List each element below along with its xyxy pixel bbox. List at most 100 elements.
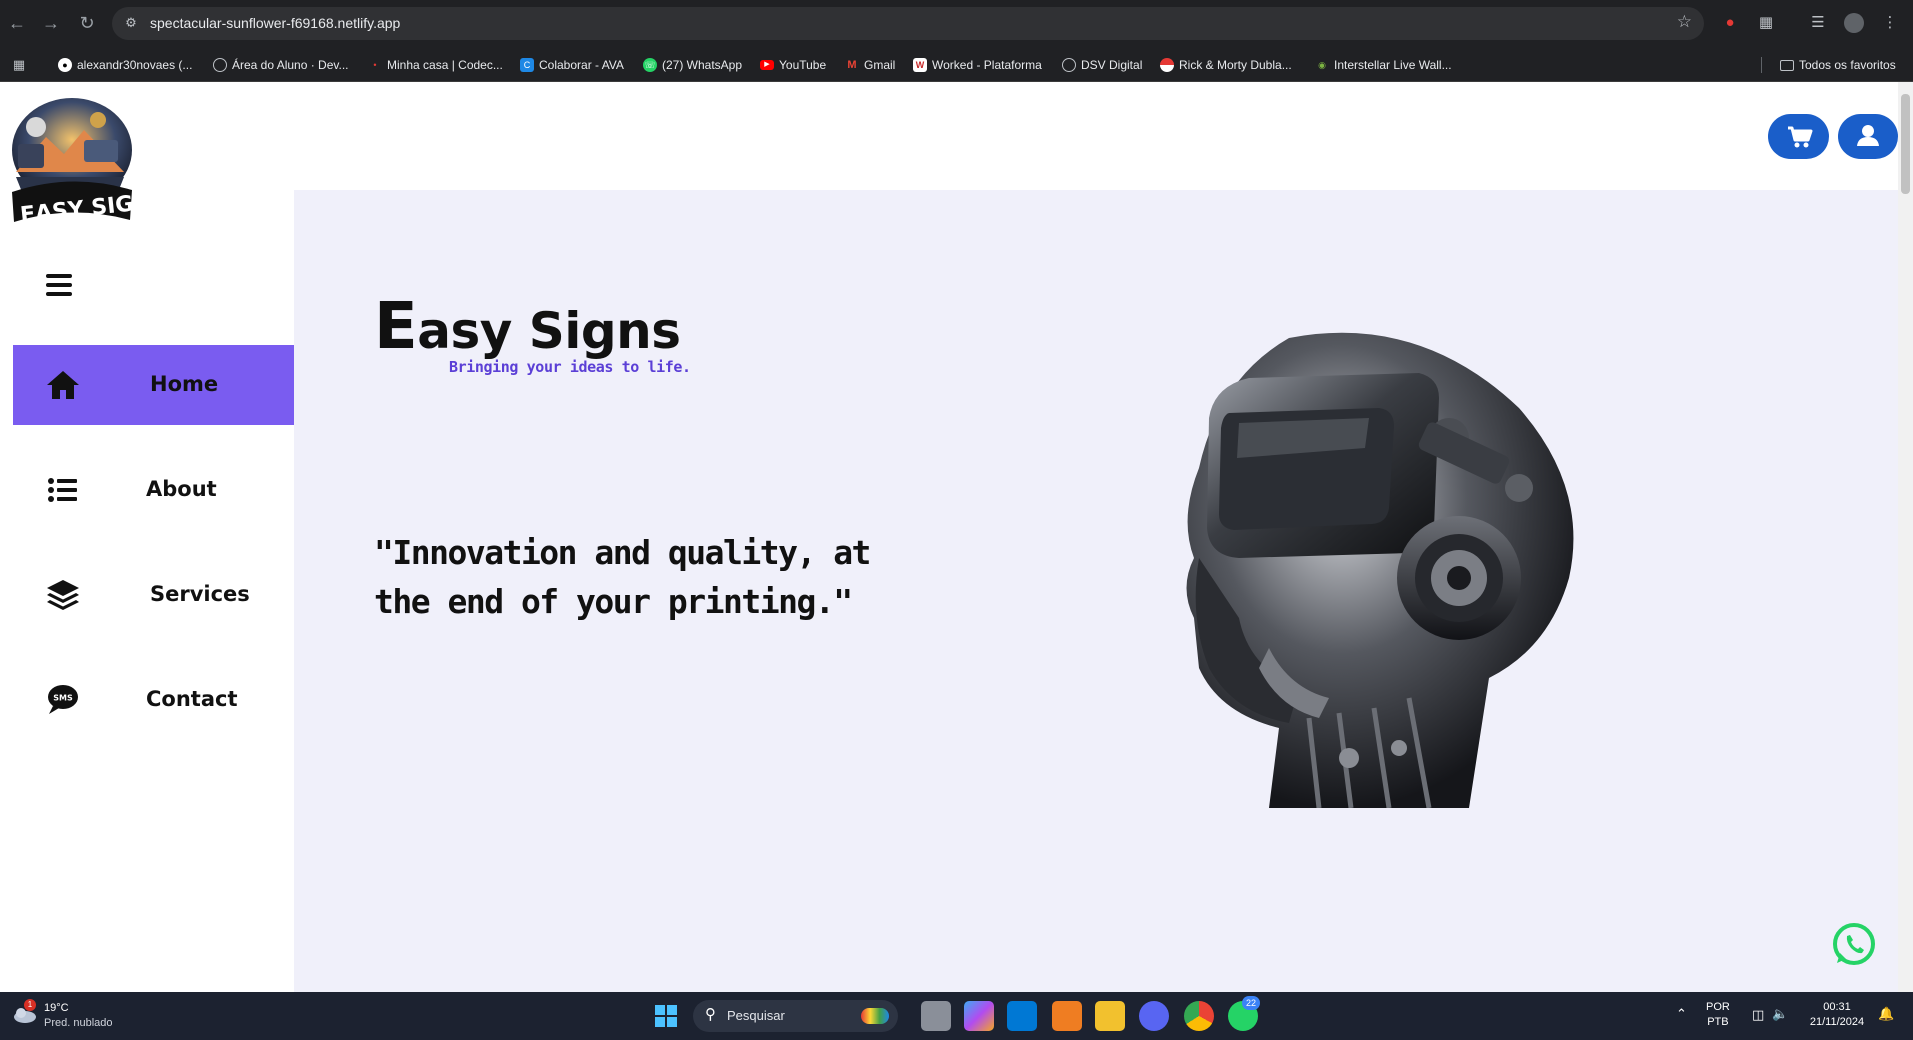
scrollbar-thumb[interactable] [1901, 94, 1910, 194]
taskbar-search-box[interactable]: ⚲ Pesquisar [693, 1000, 898, 1032]
bookmark-item[interactable]: Área do Aluno · Dev... [213, 56, 349, 74]
sidebar-item-label: Contact [146, 687, 238, 711]
youtube-icon: ▶ [760, 60, 774, 70]
notification-bell-icon[interactable]: 🔔 [1878, 1006, 1894, 1022]
brand-title: Easy Signs [374, 290, 681, 364]
all-bookmarks-folder[interactable]: Todos os favoritos [1780, 56, 1896, 74]
bookmark-item[interactable]: C Colaborar - AVA [520, 56, 624, 74]
chevron-up-icon[interactable]: ⌃ [1676, 1006, 1687, 1022]
vr-robot-head-image [1186, 332, 1574, 808]
profile-avatar[interactable] [1844, 13, 1864, 33]
sidebar-item-services[interactable]: Services [13, 555, 294, 635]
language-indicator[interactable]: POR PTB [1706, 1000, 1730, 1030]
bookmark-label: Colaborar - AVA [539, 58, 624, 72]
bookmark-label: Rick & Morty Dubla... [1179, 58, 1292, 72]
sidebar-item-label: Home [150, 372, 219, 396]
bookmark-item[interactable]: W Worked - Plataforma [913, 56, 1042, 74]
clock-time: 00:31 [1823, 1001, 1851, 1013]
bookmark-label: Área do Aluno · Dev... [232, 58, 349, 72]
list-icon [48, 478, 77, 502]
chrome-icon[interactable] [1184, 1001, 1214, 1031]
keyboard-layout: PTB [1707, 1016, 1729, 1028]
bookmark-label: Worked - Plataforma [932, 58, 1042, 72]
discord-icon[interactable] [1139, 1001, 1169, 1031]
screen: ← → ↻ ⚙ spectacular-sunflower-f69168.net… [0, 0, 1913, 1040]
menu-dots-icon[interactable]: ⋮ [1880, 13, 1900, 33]
clock[interactable]: 00:31 21/11/2024 [1804, 1000, 1870, 1030]
bookmark-item[interactable]: M Gmail [845, 56, 895, 74]
bookmark-label: Interstellar Live Wall... [1334, 58, 1452, 72]
whatsapp-float-icon[interactable] [1831, 922, 1877, 968]
layers-icon [47, 580, 79, 610]
clock-date: 21/11/2024 [1809, 1016, 1865, 1028]
whatsapp-badge: 22 [1242, 996, 1260, 1010]
reading-list-icon[interactable]: ☰ [1808, 13, 1828, 33]
easy-signs-logo[interactable]: EASY SIGNS [6, 92, 138, 230]
browser-toolbar: ← → ↻ ⚙ spectacular-sunflower-f69168.net… [0, 0, 1913, 47]
pokeball-icon [1160, 58, 1174, 72]
brand-tagline: Bringing your ideas to life. [449, 358, 691, 376]
shopping-cart-icon [1788, 126, 1813, 148]
network-icon[interactable]: ◫ [1752, 1007, 1764, 1023]
brand-title-initial: E [374, 290, 418, 364]
url-text[interactable]: spectacular-sunflower-f69168.netlify.app [150, 15, 400, 31]
weather-badge: 1 [24, 999, 36, 1011]
copilot-icon[interactable] [964, 1001, 994, 1031]
extensions-puzzle-icon[interactable]: ▦ [1756, 13, 1776, 33]
user-account-button[interactable] [1838, 114, 1898, 159]
alien-icon: ◉ [1318, 60, 1326, 70]
bookmark-item[interactable]: ● alexandr30novaes (... [58, 56, 192, 74]
weather-description[interactable]: Pred. nublado [44, 1017, 113, 1029]
bookmarks-bar: ▦ ● alexandr30novaes (... Área do Aluno ·… [0, 47, 1913, 82]
brand-title-rest: asy Signs [417, 302, 681, 360]
sidebar-item-contact[interactable]: SMS Contact [13, 660, 294, 740]
file-explorer-icon[interactable] [1095, 1001, 1125, 1031]
weather-temperature[interactable]: 19°C [44, 1002, 69, 1014]
windows-start-icon[interactable] [655, 1005, 677, 1027]
github-icon: ● [58, 58, 72, 72]
bookmark-item[interactable]: ◉ Interstellar Live Wall... [1315, 56, 1452, 74]
bookmark-star-icon[interactable]: ☆ [1677, 12, 1692, 32]
volume-icon[interactable]: 🔈 [1772, 1006, 1788, 1022]
colaborar-icon: C [520, 58, 534, 72]
apps-grid-icon[interactable]: ▦ [12, 56, 26, 74]
bookmark-label: Todos os favoritos [1799, 58, 1896, 72]
address-bar[interactable]: ⚙ spectacular-sunflower-f69168.netlify.a… [112, 7, 1704, 40]
site-settings-icon[interactable]: ⚙ [122, 14, 140, 32]
svg-text:SMS: SMS [53, 694, 73, 703]
bookmark-item[interactable]: • Minha casa | Codec... [368, 56, 502, 74]
bookmark-label: alexandr30novaes (... [77, 58, 193, 72]
hamburger-menu-icon[interactable] [46, 274, 72, 296]
search-highlight-icon [861, 1008, 889, 1024]
cart-button[interactable] [1768, 114, 1829, 159]
forward-arrow-icon[interactable]: → [38, 10, 64, 36]
globe-icon [213, 58, 227, 72]
altium-icon[interactable] [1052, 1001, 1082, 1031]
web-page: EASY SIGNS Home About Services SMS Conta… [0, 82, 1913, 992]
task-view-icon[interactable] [921, 1001, 951, 1031]
globe-icon [1062, 58, 1076, 72]
search-icon: ⚲ [705, 1006, 716, 1023]
sidebar-item-label: About [146, 477, 217, 501]
home-icon [47, 371, 79, 399]
extension-icon[interactable]: ● [1720, 13, 1740, 33]
bookmark-item[interactable]: Rick & Morty Dubla... [1160, 56, 1292, 74]
folder-icon [1780, 59, 1794, 71]
sidebar-item-label: Services [150, 582, 250, 606]
user-icon [1857, 125, 1879, 146]
bookmark-item[interactable]: ☏ (27) WhatsApp [643, 56, 742, 74]
page-scrollbar[interactable] [1898, 82, 1913, 992]
sidebar-item-home[interactable]: Home [13, 345, 294, 425]
bookmarks-divider [1761, 57, 1762, 73]
sms-icon: SMS [48, 685, 78, 714]
back-arrow-icon[interactable]: ← [4, 10, 30, 36]
bookmark-item[interactable]: ▶ YouTube [760, 56, 826, 74]
sidebar-item-about[interactable]: About [13, 450, 294, 530]
windows-taskbar: 1 19°C Pred. nublado ⚲ Pesquisar 22 ⌃ PO… [0, 992, 1913, 1040]
bookmark-label: DSV Digital [1081, 58, 1143, 72]
hero-quote: "Innovation and quality, at the end of y… [374, 533, 871, 621]
vscode-icon[interactable] [1007, 1001, 1037, 1031]
bookmark-item[interactable]: DSV Digital [1062, 56, 1142, 74]
reload-icon[interactable]: ↻ [74, 10, 100, 36]
whatsapp-icon: ☏ [643, 58, 657, 72]
